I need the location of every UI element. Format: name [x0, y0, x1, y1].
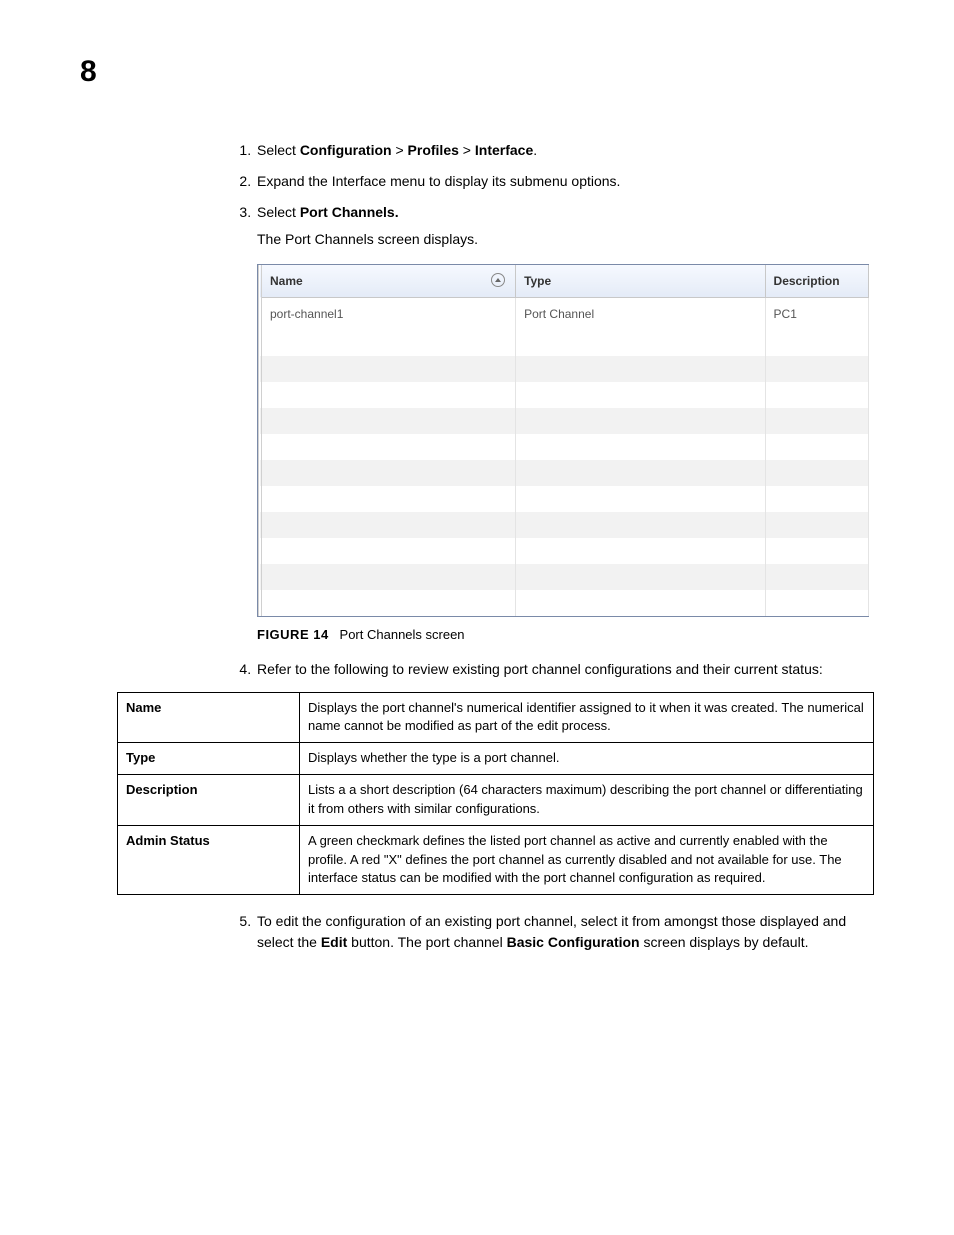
cell-description: PC1	[765, 298, 868, 331]
definition-desc: A green checkmark defines the listed por…	[300, 825, 874, 895]
definition-term: Admin Status	[118, 825, 300, 895]
main-content: Select Configuration > Profiles > Interf…	[225, 140, 869, 953]
definition-row-description: Description Lists a a short description …	[118, 775, 874, 826]
step-2: Expand the Interface menu to display its…	[255, 171, 869, 192]
step-3: Select Port Channels. The Port Channels …	[255, 202, 869, 645]
definition-row-admin-status: Admin Status A green checkmark defines t…	[118, 825, 874, 895]
table-row-empty	[260, 538, 869, 564]
table-row[interactable]: port-channel1 Port Channel PC1	[260, 298, 869, 331]
definitions-table: Name Displays the port channel's numeric…	[117, 692, 874, 896]
step-5-t3: screen displays by default.	[640, 934, 809, 950]
step-1-bold-configuration: Configuration	[300, 142, 392, 158]
step-4: Refer to the following to review existin…	[255, 659, 869, 896]
table-row-empty	[260, 460, 869, 486]
step-1: Select Configuration > Profiles > Interf…	[255, 140, 869, 161]
figure-caption: FIGURE 14 Port Channels screen	[257, 625, 869, 645]
definition-row-name: Name Displays the port channel's numeric…	[118, 692, 874, 743]
definition-row-type: Type Displays whether the type is a port…	[118, 743, 874, 775]
step-1-sep1: >	[392, 142, 408, 158]
step-5-t2: button. The port channel	[347, 934, 506, 950]
step-1-text: Select	[257, 142, 300, 158]
table-row-empty	[260, 330, 869, 356]
step-3-sub: The Port Channels screen displays.	[257, 229, 869, 250]
definition-desc: Lists a a short description (64 characte…	[300, 775, 874, 826]
definition-desc: Displays the port channel's numerical id…	[300, 692, 874, 743]
step-1-sep2: >	[459, 142, 475, 158]
table-row-empty	[260, 590, 869, 616]
table-row-empty	[260, 408, 869, 434]
step-list: Select Configuration > Profiles > Interf…	[225, 140, 869, 953]
cell-name: port-channel1	[260, 298, 516, 331]
definition-term: Name	[118, 692, 300, 743]
page-number: 8	[80, 55, 96, 89]
table-row-empty	[260, 486, 869, 512]
column-header-type[interactable]: Type	[516, 265, 765, 298]
column-header-name-label: Name	[270, 274, 303, 288]
table-row-empty	[260, 564, 869, 590]
step-4-text: Refer to the following to review existin…	[257, 661, 823, 677]
port-channels-table: Name Type Description port-channel1 Port…	[258, 265, 869, 616]
step-1-bold-profiles: Profiles	[408, 142, 459, 158]
table-row-empty	[260, 434, 869, 460]
step-3-bold-port-channels: Port Channels.	[300, 204, 399, 220]
step-5-bold-edit: Edit	[321, 934, 347, 950]
definition-term: Description	[118, 775, 300, 826]
step-5: To edit the configuration of an existing…	[255, 911, 869, 953]
cell-type: Port Channel	[516, 298, 765, 331]
step-1-bold-interface: Interface	[475, 142, 533, 158]
sort-ascending-icon[interactable]	[491, 273, 505, 287]
figure-caption-text: Port Channels screen	[340, 627, 465, 642]
page: 8 Select Configuration > Profiles > Inte…	[0, 0, 954, 1235]
definition-desc: Displays whether the type is a port chan…	[300, 743, 874, 775]
table-row-empty	[260, 356, 869, 382]
table-row-empty	[260, 512, 869, 538]
port-channels-screenshot: Name Type Description port-channel1 Port…	[257, 264, 869, 617]
column-header-name[interactable]: Name	[260, 265, 516, 298]
figure-label: FIGURE 14	[257, 627, 329, 642]
definition-term: Type	[118, 743, 300, 775]
table-row-empty	[260, 382, 869, 408]
column-header-description[interactable]: Description	[765, 265, 868, 298]
step-1-suffix: .	[533, 142, 537, 158]
step-5-bold-basic-configuration: Basic Configuration	[507, 934, 640, 950]
step-3-prefix: Select	[257, 204, 300, 220]
